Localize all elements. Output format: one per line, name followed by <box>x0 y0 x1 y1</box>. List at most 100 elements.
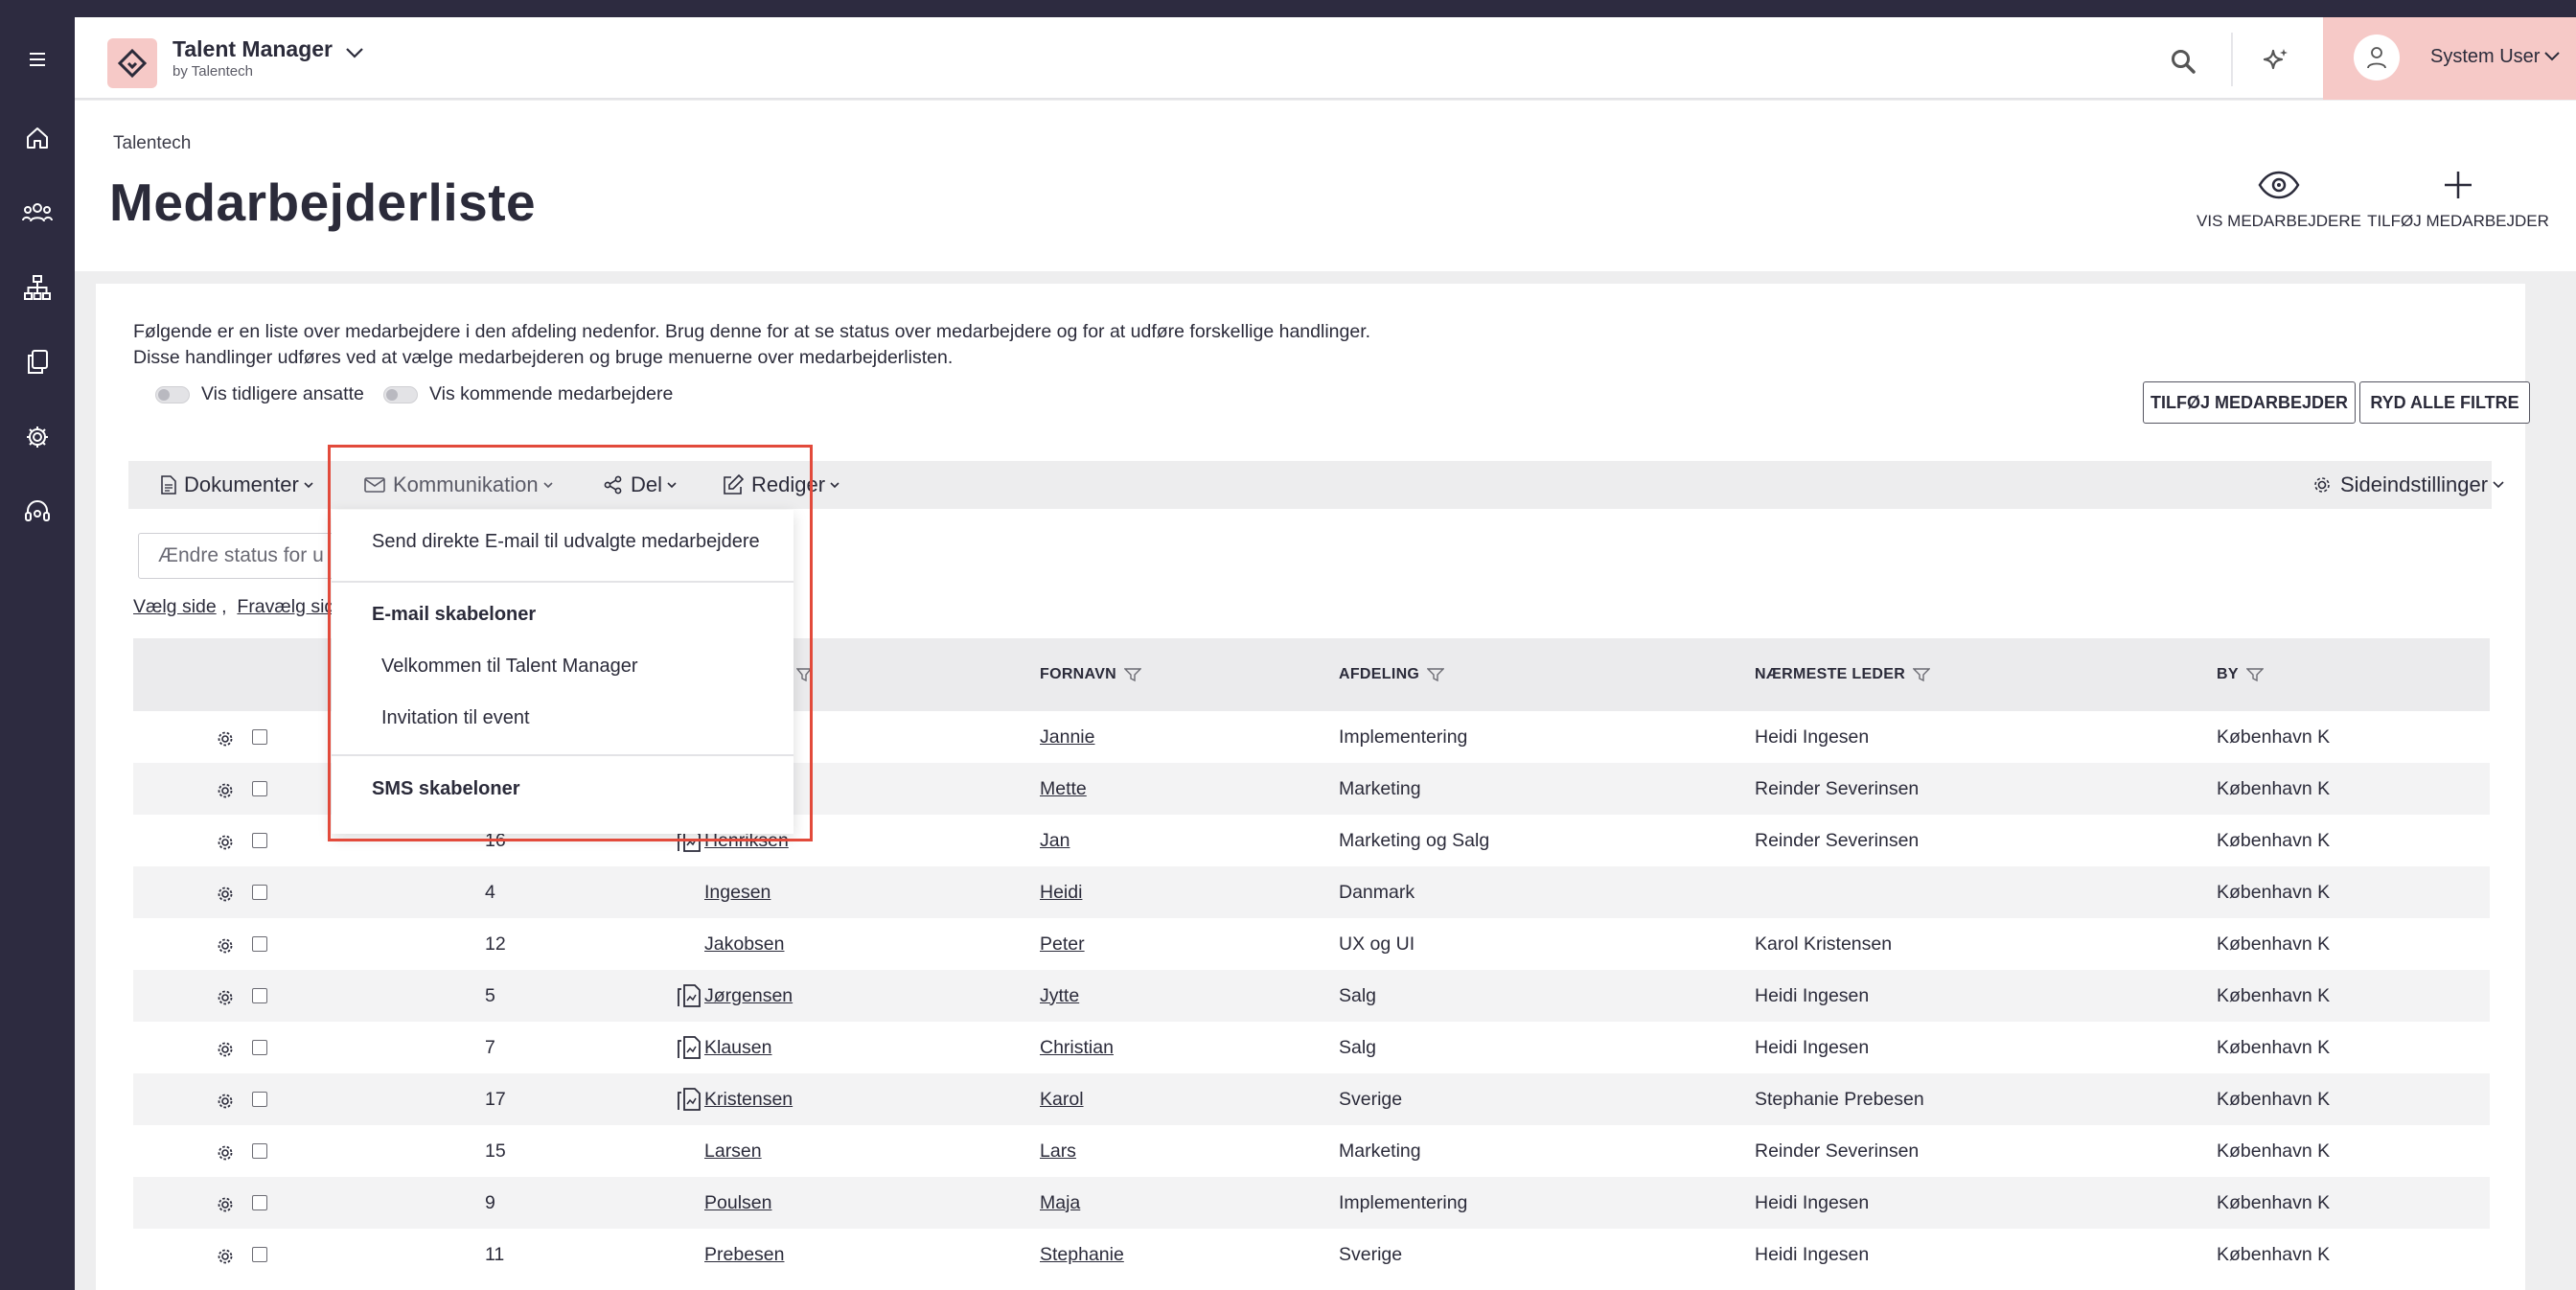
documents-menu[interactable]: Dokumenter <box>161 461 321 509</box>
row-checkbox[interactable] <box>252 1229 267 1280</box>
add-employee-header-button[interactable]: TILFØJ MEDARBEJDER <box>2358 166 2559 231</box>
row-settings-gear-icon[interactable] <box>216 1127 235 1179</box>
header-manager[interactable]: NÆRMESTE LEDER <box>1755 638 1931 711</box>
row-settings-gear-icon[interactable] <box>216 868 235 920</box>
document-icon[interactable] <box>676 970 702 1022</box>
filter-icon[interactable] <box>1124 667 1142 682</box>
share-menu[interactable]: Del <box>604 461 684 509</box>
row-settings-gear-icon[interactable] <box>216 1024 235 1075</box>
filter-icon[interactable] <box>796 667 812 682</box>
table-row[interactable]: 9 Poulsen Maja Implementering Heidi Ingesen K… <box>133 1177 2490 1229</box>
user-menu[interactable]: System User <box>2323 17 2576 100</box>
table-row[interactable]: 4 Ingesen Heidi Danmark København K <box>133 866 2490 918</box>
first-name-link[interactable]: Stephanie <box>1040 1229 1124 1280</box>
first-name-link[interactable]: Peter <box>1040 918 1085 970</box>
last-name-link[interactable]: Prebesen <box>704 1229 784 1280</box>
last-name-link[interactable]: Poulsen <box>704 1177 771 1229</box>
row-checkbox[interactable] <box>252 918 267 970</box>
row-settings-gear-icon[interactable] <box>216 1075 235 1127</box>
last-name-link[interactable]: Ingesen <box>704 866 770 918</box>
row-settings-gear-icon[interactable] <box>216 765 235 817</box>
send-email-item[interactable]: Send direkte E-mail til udvalgte medarbe… <box>372 531 760 553</box>
row-settings-gear-icon[interactable] <box>216 1231 235 1282</box>
row-checkbox[interactable] <box>252 1177 267 1229</box>
manager-cell: Reinder Severinsen <box>1755 829 1920 851</box>
support-icon[interactable] <box>18 493 57 531</box>
filter-icon[interactable] <box>2245 667 2264 682</box>
row-settings-gear-icon[interactable] <box>216 920 235 972</box>
last-name-link[interactable]: Jakobsen <box>704 918 784 970</box>
document-icon[interactable] <box>676 1022 702 1073</box>
first-name-link[interactable]: Jytte <box>1040 970 1079 1022</box>
change-status-input[interactable]: Ændre status for u <box>138 533 349 579</box>
documents-icon[interactable] <box>18 343 57 381</box>
table-row[interactable]: 15 Larsen Lars Marketing Reinder Severinsen K… <box>133 1125 2490 1177</box>
app-switcher-chevron-icon[interactable] <box>345 46 364 63</box>
home-icon[interactable] <box>18 119 57 157</box>
employee-id: 15 <box>485 1140 506 1162</box>
last-name-link[interactable]: Jørgensen <box>704 970 793 1022</box>
row-checkbox[interactable] <box>252 970 267 1022</box>
toggle-former-label: Vis tidligere ansatte <box>201 383 364 404</box>
row-settings-gear-icon[interactable] <box>216 1179 235 1231</box>
table-row[interactable]: 12 Jakobsen Peter UX og UI Karol Kristensen K… <box>133 918 2490 970</box>
row-checkbox[interactable] <box>252 815 267 866</box>
toggle-former-employees[interactable]: Vis tidligere ansatte <box>155 383 364 405</box>
row-checkbox[interactable] <box>252 711 267 763</box>
first-name-link[interactable]: Lars <box>1040 1125 1076 1177</box>
first-name-link[interactable]: Jannie <box>1040 711 1094 763</box>
deselect-page-link[interactable]: Fravælg side <box>237 596 345 617</box>
dropdown-divider <box>332 581 794 583</box>
row-checkbox[interactable] <box>252 866 267 918</box>
filter-icon[interactable] <box>1913 667 1931 682</box>
manager-cell: Heidi Ingesen <box>1755 984 1870 1006</box>
table-row[interactable]: 5 Jørgensen Jytte Salg Heidi Ingesen Københav… <box>133 970 2490 1022</box>
toggle-upcoming-employees[interactable]: Vis kommende medarbejdere <box>383 383 673 405</box>
search-icon[interactable] <box>2164 42 2202 81</box>
row-settings-gear-icon[interactable] <box>216 972 235 1024</box>
department-cell: Marketing <box>1339 1140 1421 1162</box>
row-checkbox[interactable] <box>252 1125 267 1177</box>
row-checkbox[interactable] <box>252 763 267 815</box>
employee-id: 7 <box>485 1036 495 1058</box>
email-template-invitation[interactable]: Invitation til event <box>381 707 530 729</box>
page-settings-menu[interactable]: Sideindstillinger <box>2312 461 2512 509</box>
toggle-switch[interactable] <box>155 385 190 403</box>
header-city[interactable]: BY <box>2217 638 2264 711</box>
view-employees-button[interactable]: VIS MEDARBEJDERE <box>2179 166 2379 231</box>
table-row[interactable]: 17 Kristensen Karol Sverige Stephanie Prebes… <box>133 1073 2490 1125</box>
table-row[interactable]: 7 Klausen Christian Salg Heidi Ingesen Københ… <box>133 1022 2490 1073</box>
row-settings-gear-icon[interactable] <box>216 713 235 765</box>
last-name-link[interactable]: Larsen <box>704 1125 762 1177</box>
clear-filters-button[interactable]: RYD ALLE FILTRE <box>2359 381 2530 424</box>
users-icon[interactable] <box>18 194 57 232</box>
settings-icon[interactable] <box>18 418 57 456</box>
add-employee-button[interactable]: TILFØJ MEDARBEJDER <box>2143 381 2356 424</box>
select-page-link[interactable]: Vælg side <box>133 596 217 617</box>
row-checkbox[interactable] <box>252 1022 267 1073</box>
last-name-link[interactable]: Kristensen <box>704 1073 793 1125</box>
header-department[interactable]: AFDELING <box>1339 638 1445 711</box>
first-name-link[interactable]: Karol <box>1040 1073 1084 1125</box>
first-name-link[interactable]: Heidi <box>1040 866 1082 918</box>
ai-sparkle-icon[interactable] <box>2256 42 2294 81</box>
org-chart-icon[interactable] <box>18 268 57 307</box>
row-checkbox[interactable] <box>252 1073 267 1125</box>
filter-icon[interactable] <box>1427 667 1445 682</box>
toggle-switch[interactable] <box>383 385 418 403</box>
first-name-link[interactable]: Christian <box>1040 1022 1114 1073</box>
edit-menu[interactable]: Rediger <box>723 461 847 509</box>
first-name-link[interactable]: Jan <box>1040 815 1070 866</box>
communication-menu[interactable]: Kommunikation <box>364 461 561 509</box>
email-template-welcome[interactable]: Velkommen til Talent Manager <box>381 656 638 678</box>
table-row[interactable]: 11 Prebesen Stephanie Sverige Heidi Ingesen K… <box>133 1229 2490 1280</box>
edit-icon <box>724 474 744 495</box>
document-icon[interactable] <box>676 1073 702 1125</box>
first-name-link[interactable]: Maja <box>1040 1177 1080 1229</box>
last-name-link[interactable]: Klausen <box>704 1022 771 1073</box>
header-first-name[interactable]: FORNAVN <box>1040 638 1142 711</box>
breadcrumb[interactable]: Talentech <box>113 133 191 154</box>
row-settings-gear-icon[interactable] <box>216 817 235 868</box>
menu-icon[interactable] <box>18 40 57 79</box>
first-name-link[interactable]: Mette <box>1040 763 1087 815</box>
